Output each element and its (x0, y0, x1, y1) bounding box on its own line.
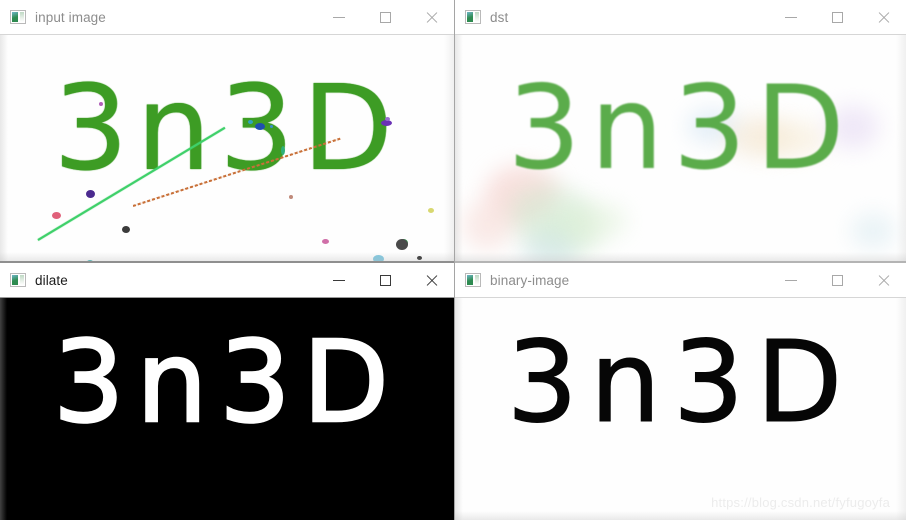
denoise-smudge (567, 203, 627, 239)
close-button[interactable] (408, 263, 454, 297)
watermark-url: https://blog.csdn.net/fyfugoyfa (711, 495, 890, 510)
image-text-dilate: 3n3D (52, 317, 401, 450)
close-button[interactable] (860, 0, 906, 34)
minimize-button[interactable] (316, 0, 362, 34)
maximize-button[interactable] (814, 0, 860, 34)
close-button[interactable] (860, 263, 906, 297)
image-viewer-icon (10, 10, 26, 24)
window-input-image[interactable]: input image 3n3D (0, 0, 454, 261)
titlebar-dilate[interactable]: dilate (0, 263, 454, 298)
canvas-dilate: 3n3D (0, 298, 454, 520)
noise-speckle (396, 239, 408, 250)
maximize-icon (831, 274, 843, 286)
noise-speckle (270, 125, 273, 128)
minimize-icon (333, 279, 345, 281)
titlebar-binary-image[interactable]: binary-image (455, 263, 906, 298)
close-button[interactable] (408, 0, 454, 34)
window-dilate[interactable]: dilate 3n3D (0, 263, 454, 520)
noise-speckle (289, 195, 293, 199)
noise-speckle (322, 239, 329, 244)
noise-speckle (417, 256, 422, 260)
noise-speckle (255, 123, 265, 130)
noise-speckle (99, 102, 103, 106)
canvas-binary-image: 3n3D (455, 298, 906, 520)
maximize-button[interactable] (362, 263, 408, 297)
minimize-icon (785, 279, 797, 281)
image-viewer-icon (465, 273, 481, 287)
image-text-binary: 3n3D (506, 317, 855, 448)
caption-buttons-binary-image (768, 263, 906, 297)
close-icon (877, 274, 890, 287)
window-seam-horizontal-left (0, 261, 454, 263)
noise-speckle (86, 190, 95, 198)
maximize-icon (379, 11, 391, 23)
denoise-smudge (851, 213, 895, 249)
caption-buttons-dst (768, 0, 906, 34)
denoise-smudge (463, 200, 513, 250)
noise-speckle (122, 226, 130, 233)
image-text-dst: 3n3D (507, 61, 854, 196)
window-title-dst: dst (490, 9, 509, 25)
caption-buttons-dilate (316, 263, 454, 297)
noise-speckle (385, 117, 390, 121)
window-title-dilate: dilate (35, 272, 68, 288)
canvas-input-image: 3n3D (0, 35, 454, 261)
image-bitmap-binary: 3n3D (455, 298, 906, 520)
noise-speckle (281, 146, 285, 155)
image-bitmap-dst: 3n3D (455, 35, 906, 261)
window-binary-image[interactable]: binary-image 3n3D (455, 263, 906, 520)
window-dst[interactable]: dst 3n3D (455, 0, 906, 261)
maximize-button[interactable] (362, 0, 408, 34)
caption-buttons-input-image (316, 0, 454, 34)
noise-speckle (52, 212, 61, 219)
window-title-binary-image: binary-image (490, 272, 570, 288)
close-icon (425, 11, 438, 24)
maximize-icon (831, 11, 843, 23)
titlebar-dst[interactable]: dst (455, 0, 906, 35)
maximize-button[interactable] (814, 263, 860, 297)
image-viewer-icon (465, 10, 481, 24)
close-icon (877, 11, 890, 24)
titlebar-input-image[interactable]: input image (0, 0, 454, 35)
minimize-icon (333, 16, 345, 18)
minimize-button[interactable] (316, 263, 362, 297)
image-bitmap-dilate: 3n3D (0, 298, 454, 520)
image-viewer-icon (10, 273, 26, 287)
maximize-icon (379, 274, 391, 286)
desktop-root: input image 3n3D dst 3n3D dilate 3n3D bi… (0, 0, 906, 520)
close-icon (425, 274, 438, 287)
window-title-input-image: input image (35, 9, 106, 25)
noise-speckle (428, 208, 434, 213)
minimize-icon (785, 16, 797, 18)
minimize-button[interactable] (768, 263, 814, 297)
canvas-dst: 3n3D (455, 35, 906, 261)
noise-speckle (248, 120, 253, 124)
image-bitmap-input: 3n3D (0, 35, 454, 261)
minimize-button[interactable] (768, 0, 814, 34)
window-seam-vertical (454, 0, 455, 520)
window-seam-horizontal-right (455, 261, 906, 263)
